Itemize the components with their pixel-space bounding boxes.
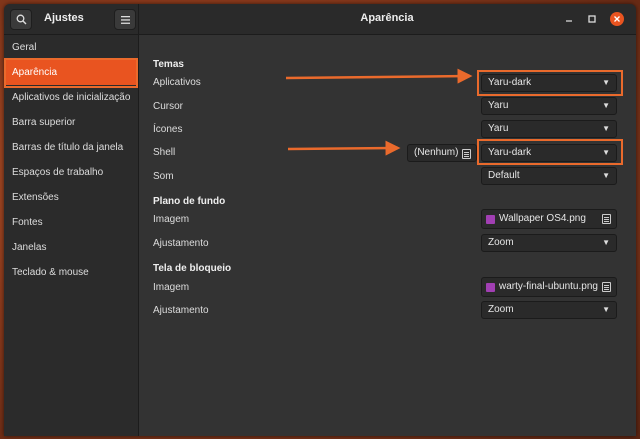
annotation-arrows [285, 68, 473, 156]
tweaks-window: Ajustes Aparência Geral Aparência Aplica… [4, 4, 636, 436]
arrow-to-aplicativos [285, 68, 473, 84]
arrow-to-shell [287, 140, 401, 156]
